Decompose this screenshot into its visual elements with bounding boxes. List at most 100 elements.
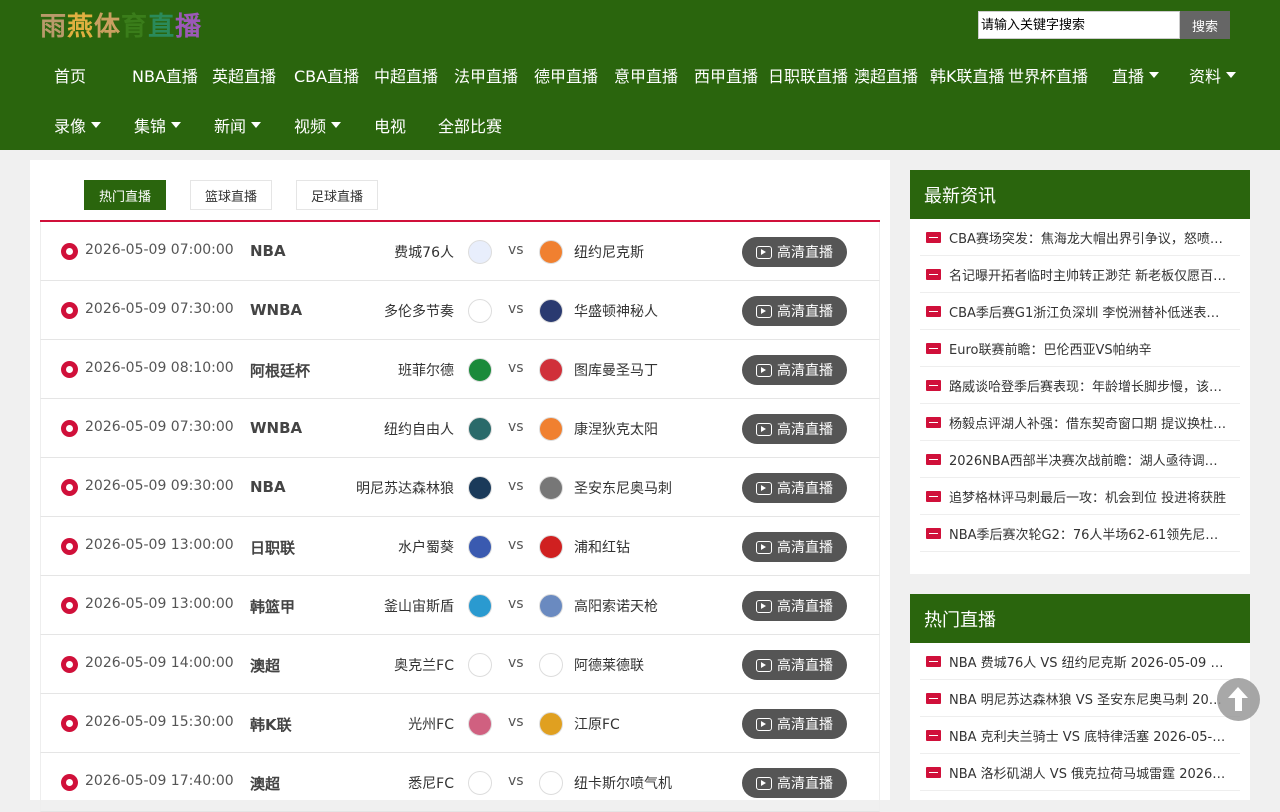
back-to-top-icon[interactable] [1217, 678, 1260, 721]
away-team[interactable]: 高阳索诺天枪 [574, 596, 658, 616]
nav-dropdown[interactable]: 直播 [1112, 50, 1160, 100]
away-team[interactable]: 华盛顿神秘人 [574, 301, 658, 321]
nav-link[interactable]: 澳超直播 [854, 50, 930, 100]
live-stream-button[interactable]: 高清直播 [742, 650, 847, 680]
nav-dropdown[interactable]: 资料 [1189, 50, 1237, 100]
home-team[interactable]: 光州FC [408, 714, 454, 734]
nav-dropdown[interactable]: 新闻 [214, 100, 294, 150]
live-stream-label: 高清直播 [777, 245, 833, 261]
away-team[interactable]: 图库曼圣马丁 [574, 360, 658, 380]
nav-dropdown[interactable]: 视频 [294, 100, 374, 150]
search-input[interactable] [978, 11, 1180, 39]
live-stream-button[interactable]: 高清直播 [742, 355, 847, 385]
away-team[interactable]: 浦和红钻 [574, 537, 630, 557]
live-stream-button[interactable]: 高清直播 [742, 414, 847, 444]
nav-link[interactable]: 中超直播 [374, 50, 454, 100]
football-icon [61, 361, 78, 378]
news-item[interactable]: 名记曝开拓者临时主帅转正渺茫 新老板仅愿百万年薪 [920, 256, 1240, 293]
away-team-logo-icon [539, 299, 563, 323]
document-icon [926, 655, 941, 667]
home-team[interactable]: 班菲尔德 [398, 360, 454, 380]
match-league[interactable]: 澳超 [250, 655, 280, 676]
hot-live-item[interactable]: NBA 费城76人 VS 纽约尼克斯 2026-05-09 07:00:00 [920, 643, 1240, 680]
match-league[interactable]: 日职联 [250, 537, 295, 558]
match-league[interactable]: WNBA [250, 301, 302, 319]
away-team-logo-icon [539, 712, 563, 736]
away-team[interactable]: 阿德莱德联 [574, 655, 644, 675]
news-item[interactable]: NBA季后赛次轮G2：76人半场62-61领先尼克斯 [920, 515, 1240, 552]
live-stream-button[interactable]: 高清直播 [742, 296, 847, 326]
nav-link[interactable]: 法甲直播 [454, 50, 534, 100]
home-team[interactable]: 奥克兰FC [394, 655, 454, 675]
home-team[interactable]: 费城76人 [394, 242, 454, 262]
vs-label: vs [508, 537, 524, 553]
news-item[interactable]: 路威谈哈登季后赛表现：年龄增长脚步慢，该接受现实 [920, 367, 1240, 404]
logo-char: 直 [148, 12, 176, 42]
news-item[interactable]: 2026NBA西部半决赛次战前瞻：湖人亟待调整 雷霆志在两连胜 [920, 441, 1240, 478]
nav-link[interactable]: 电视 [374, 100, 438, 150]
away-team[interactable]: 康涅狄克太阳 [574, 419, 658, 439]
nav-link[interactable]: 全部比赛 [438, 100, 528, 150]
match-league[interactable]: 韩篮甲 [250, 596, 295, 617]
search-button[interactable]: 搜索 [1180, 11, 1230, 39]
match-league[interactable]: WNBA [250, 419, 302, 437]
nav-link[interactable]: 西甲直播 [694, 50, 768, 100]
nav-link[interactable]: 英超直播 [212, 50, 294, 100]
away-team[interactable]: 纽约尼克斯 [574, 242, 644, 262]
chevron-down-icon [91, 122, 102, 128]
match-league[interactable]: 阿根廷杯 [250, 360, 310, 381]
match-league[interactable]: NBA [250, 478, 286, 496]
tv-icon [756, 599, 772, 613]
home-team[interactable]: 水户蜀葵 [398, 537, 454, 557]
away-team[interactable]: 江原FC [574, 714, 620, 734]
tv-icon [756, 422, 772, 436]
match-league[interactable]: NBA [250, 242, 286, 260]
match-league[interactable]: 澳超 [250, 773, 280, 794]
nav-link[interactable]: 世界杯直播 [1008, 50, 1088, 100]
nav-link[interactable]: 韩K联直播 [930, 50, 1008, 100]
match-row: 2026-05-09 13:00:00 日职联 水户蜀葵 vs 浦和红钻 高清直播 [40, 517, 880, 576]
tab-hot-live[interactable]: 热门直播 [84, 180, 167, 210]
live-stream-button[interactable]: 高清直播 [742, 591, 847, 621]
nav-link[interactable]: CBA直播 [294, 50, 374, 100]
hot-live-item[interactable]: NBA 洛杉矶湖人 VS 俄克拉荷马城雷霆 2026-05-10 09:30:0… [920, 754, 1240, 791]
match-time: 2026-05-09 08:10:00 [85, 360, 234, 376]
document-icon [926, 379, 941, 391]
news-item[interactable]: Euro联赛前瞻：巴伦西亚VS帕纳辛 [920, 330, 1240, 367]
news-item[interactable]: CBA赛场突发：焦海龙大帽出界引争议，怒喷裁判 [920, 219, 1240, 256]
live-stream-button[interactable]: 高清直播 [742, 237, 847, 267]
nav-dropdown[interactable]: 集锦 [134, 100, 214, 150]
live-stream-button[interactable]: 高清直播 [742, 532, 847, 562]
nav-link[interactable]: 意甲直播 [614, 50, 694, 100]
site-logo[interactable]: 雨燕体育直播 [40, 6, 202, 42]
logo-char: 育 [121, 12, 149, 42]
news-item[interactable]: 追梦格林评马刺最后一攻：机会到位 投进将获胜 [920, 478, 1240, 515]
nav-link[interactable]: 首页 [54, 50, 132, 100]
live-stream-button[interactable]: 高清直播 [742, 473, 847, 503]
news-item[interactable]: CBA季后赛G1浙江负深圳 李悦洲替补低迷表现引热议 [920, 293, 1240, 330]
away-team[interactable]: 圣安东尼奥马刺 [574, 478, 672, 498]
tab-basketball-live[interactable]: 篮球直播 [190, 180, 273, 210]
nav-dropdown-label: 视频 [294, 117, 327, 136]
away-team[interactable]: 纽卡斯尔喷气机 [574, 773, 672, 793]
hot-live-item[interactable]: NBA 明尼苏达森林狼 VS 圣安东尼奥马刺 2026-05-09 09:30:… [920, 680, 1240, 717]
news-item[interactable]: 杨毅点评湖人补强：借东契奇窗口期 提议换杜兰特 [920, 404, 1240, 441]
vs-label: vs [508, 360, 524, 376]
home-team-logo-icon [468, 653, 492, 677]
vs-label: vs [508, 596, 524, 612]
hot-live-item[interactable]: NBA 克利夫兰骑士 VS 底特律活塞 2026-05-10 07:00:00 [920, 717, 1240, 754]
home-team[interactable]: 悉尼FC [408, 773, 454, 793]
nav-link[interactable]: NBA直播 [132, 50, 212, 100]
nav-link[interactable]: 德甲直播 [534, 50, 614, 100]
home-team[interactable]: 明尼苏达森林狼 [356, 478, 454, 498]
match-league[interactable]: 韩K联 [250, 714, 292, 735]
nav-link[interactable]: 日职联直播 [768, 50, 854, 100]
away-team-logo-icon [539, 240, 563, 264]
tab-football-live[interactable]: 足球直播 [296, 180, 379, 210]
home-team[interactable]: 多伦多节奏 [384, 301, 454, 321]
nav-dropdown[interactable]: 录像 [54, 100, 134, 150]
home-team[interactable]: 纽约自由人 [384, 419, 454, 439]
home-team[interactable]: 釜山宙斯盾 [384, 596, 454, 616]
live-stream-button[interactable]: 高清直播 [742, 709, 847, 739]
live-stream-button[interactable]: 高清直播 [742, 768, 847, 798]
